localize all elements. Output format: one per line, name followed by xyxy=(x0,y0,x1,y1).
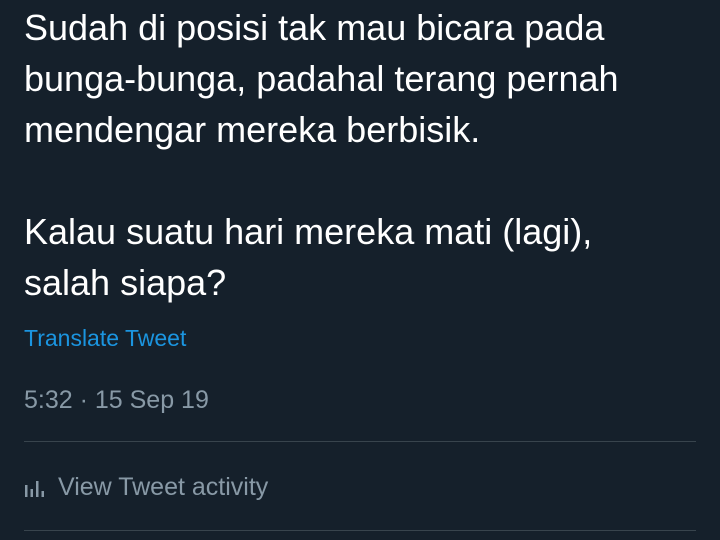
divider xyxy=(24,441,696,442)
bar-chart-icon xyxy=(24,477,46,497)
view-tweet-activity-button[interactable]: View Tweet activity xyxy=(24,471,268,503)
view-tweet-activity-label: View Tweet activity xyxy=(58,473,269,501)
divider xyxy=(24,530,696,531)
tweet-text: Sudah di posisi tak mau bicara pada bung… xyxy=(24,7,619,303)
translate-tweet-link[interactable]: Translate Tweet xyxy=(24,324,186,352)
tweet-timestamp[interactable]: 5:32 · 15 Sep 19 xyxy=(24,385,209,415)
